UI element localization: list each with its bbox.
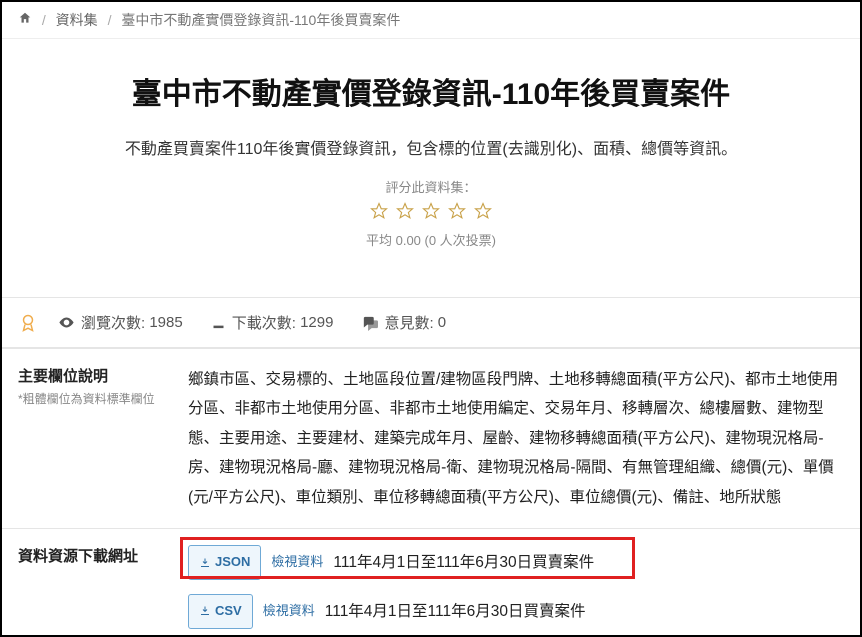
breadcrumb-current: 臺中市不動產實價登錄資訊-110年後買賣案件	[121, 12, 400, 28]
rating-stars[interactable]	[22, 202, 840, 224]
stat-downloads: 下載次數: 1299	[211, 312, 334, 333]
rating-average: 平均 0.00 (0 人次投票)	[22, 230, 840, 249]
breadcrumb-home[interactable]	[18, 12, 36, 28]
stats-row: 瀏覽次數: 1985 下載次數: 1299 意見數: 0	[2, 297, 860, 348]
view-data-link[interactable]: 檢視資料	[271, 550, 323, 575]
hero-section: 臺中市不動產實價登錄資訊-110年後買賣案件 不動產買賣案件110年後實價登錄資…	[2, 39, 860, 289]
comments-label: 意見數:	[384, 312, 433, 333]
format-label: CSV	[215, 599, 242, 624]
resource-item: JSON 檢視資料 111年4月1日至111年6月30日買賣案件	[188, 545, 844, 580]
views-value: 1985	[149, 314, 182, 331]
star-icon[interactable]	[370, 202, 388, 220]
fields-sublabel: *粗體欄位為資料標準欄位	[18, 390, 156, 407]
breadcrumb-datasets[interactable]: 資料集	[56, 12, 98, 28]
star-icon[interactable]	[422, 202, 440, 220]
breadcrumb-sep: /	[42, 12, 46, 28]
format-label: JSON	[215, 550, 250, 575]
resource-item: CSV 檢視資料 111年4月1日至111年6月30日買賣案件	[188, 594, 844, 629]
resource-description: 111年4月1日至111年6月30日買賣案件	[333, 548, 594, 577]
resource-description: 111年4月1日至111年6月30日買賣案件	[325, 597, 586, 626]
download-icon	[199, 605, 211, 617]
rating-label: 評分此資料集：	[22, 177, 840, 196]
download-icon	[211, 315, 226, 330]
breadcrumb: / 資料集 / 臺中市不動產實價登錄資訊-110年後買賣案件	[2, 2, 860, 39]
downloads-label: 下載次數:	[232, 312, 296, 333]
star-icon[interactable]	[474, 202, 492, 220]
download-icon	[199, 557, 211, 569]
star-icon[interactable]	[448, 202, 466, 220]
metadata-table: 主要欄位說明 *粗體欄位為資料標準欄位 鄉鎮市區、交易標的、土地區段位置/建物區…	[2, 348, 860, 637]
resources-label: 資料資源下載網址	[2, 529, 172, 637]
fields-label: 主要欄位說明	[18, 368, 108, 385]
download-json-button[interactable]: JSON	[188, 545, 261, 580]
comments-icon	[361, 314, 378, 331]
stat-comments: 意見數: 0	[361, 312, 446, 333]
download-csv-button[interactable]: CSV	[188, 594, 253, 629]
stat-views: 瀏覽次數: 1985	[58, 312, 183, 333]
resources-row: 資料資源下載網址 JSON檢視資料111年4月1日至111年6月30日買賣案件C…	[2, 529, 860, 637]
view-data-link[interactable]: 檢視資料	[263, 599, 315, 624]
comments-value: 0	[438, 314, 446, 331]
fields-label-cell: 主要欄位說明 *粗體欄位為資料標準欄位	[2, 349, 172, 529]
fields-row: 主要欄位說明 *粗體欄位為資料標準欄位 鄉鎮市區、交易標的、土地區段位置/建物區…	[2, 349, 860, 529]
views-label: 瀏覽次數:	[81, 312, 145, 333]
breadcrumb-sep: /	[108, 12, 112, 28]
fields-content: 鄉鎮市區、交易標的、土地區段位置/建物區段門牌、土地移轉總面積(平方公尺)、都市…	[172, 349, 860, 529]
eye-icon	[58, 314, 75, 331]
downloads-value: 1299	[300, 314, 333, 331]
award-icon	[18, 313, 38, 333]
star-icon[interactable]	[396, 202, 414, 220]
page-description: 不動產買賣案件110年後實價登錄資訊，包含標的位置(去識別化)、面積、總價等資訊…	[22, 135, 840, 159]
page-title: 臺中市不動產實價登錄資訊-110年後買賣案件	[22, 69, 840, 113]
home-icon	[18, 11, 32, 25]
resources-cell: JSON檢視資料111年4月1日至111年6月30日買賣案件CSV檢視資料111…	[172, 529, 860, 637]
